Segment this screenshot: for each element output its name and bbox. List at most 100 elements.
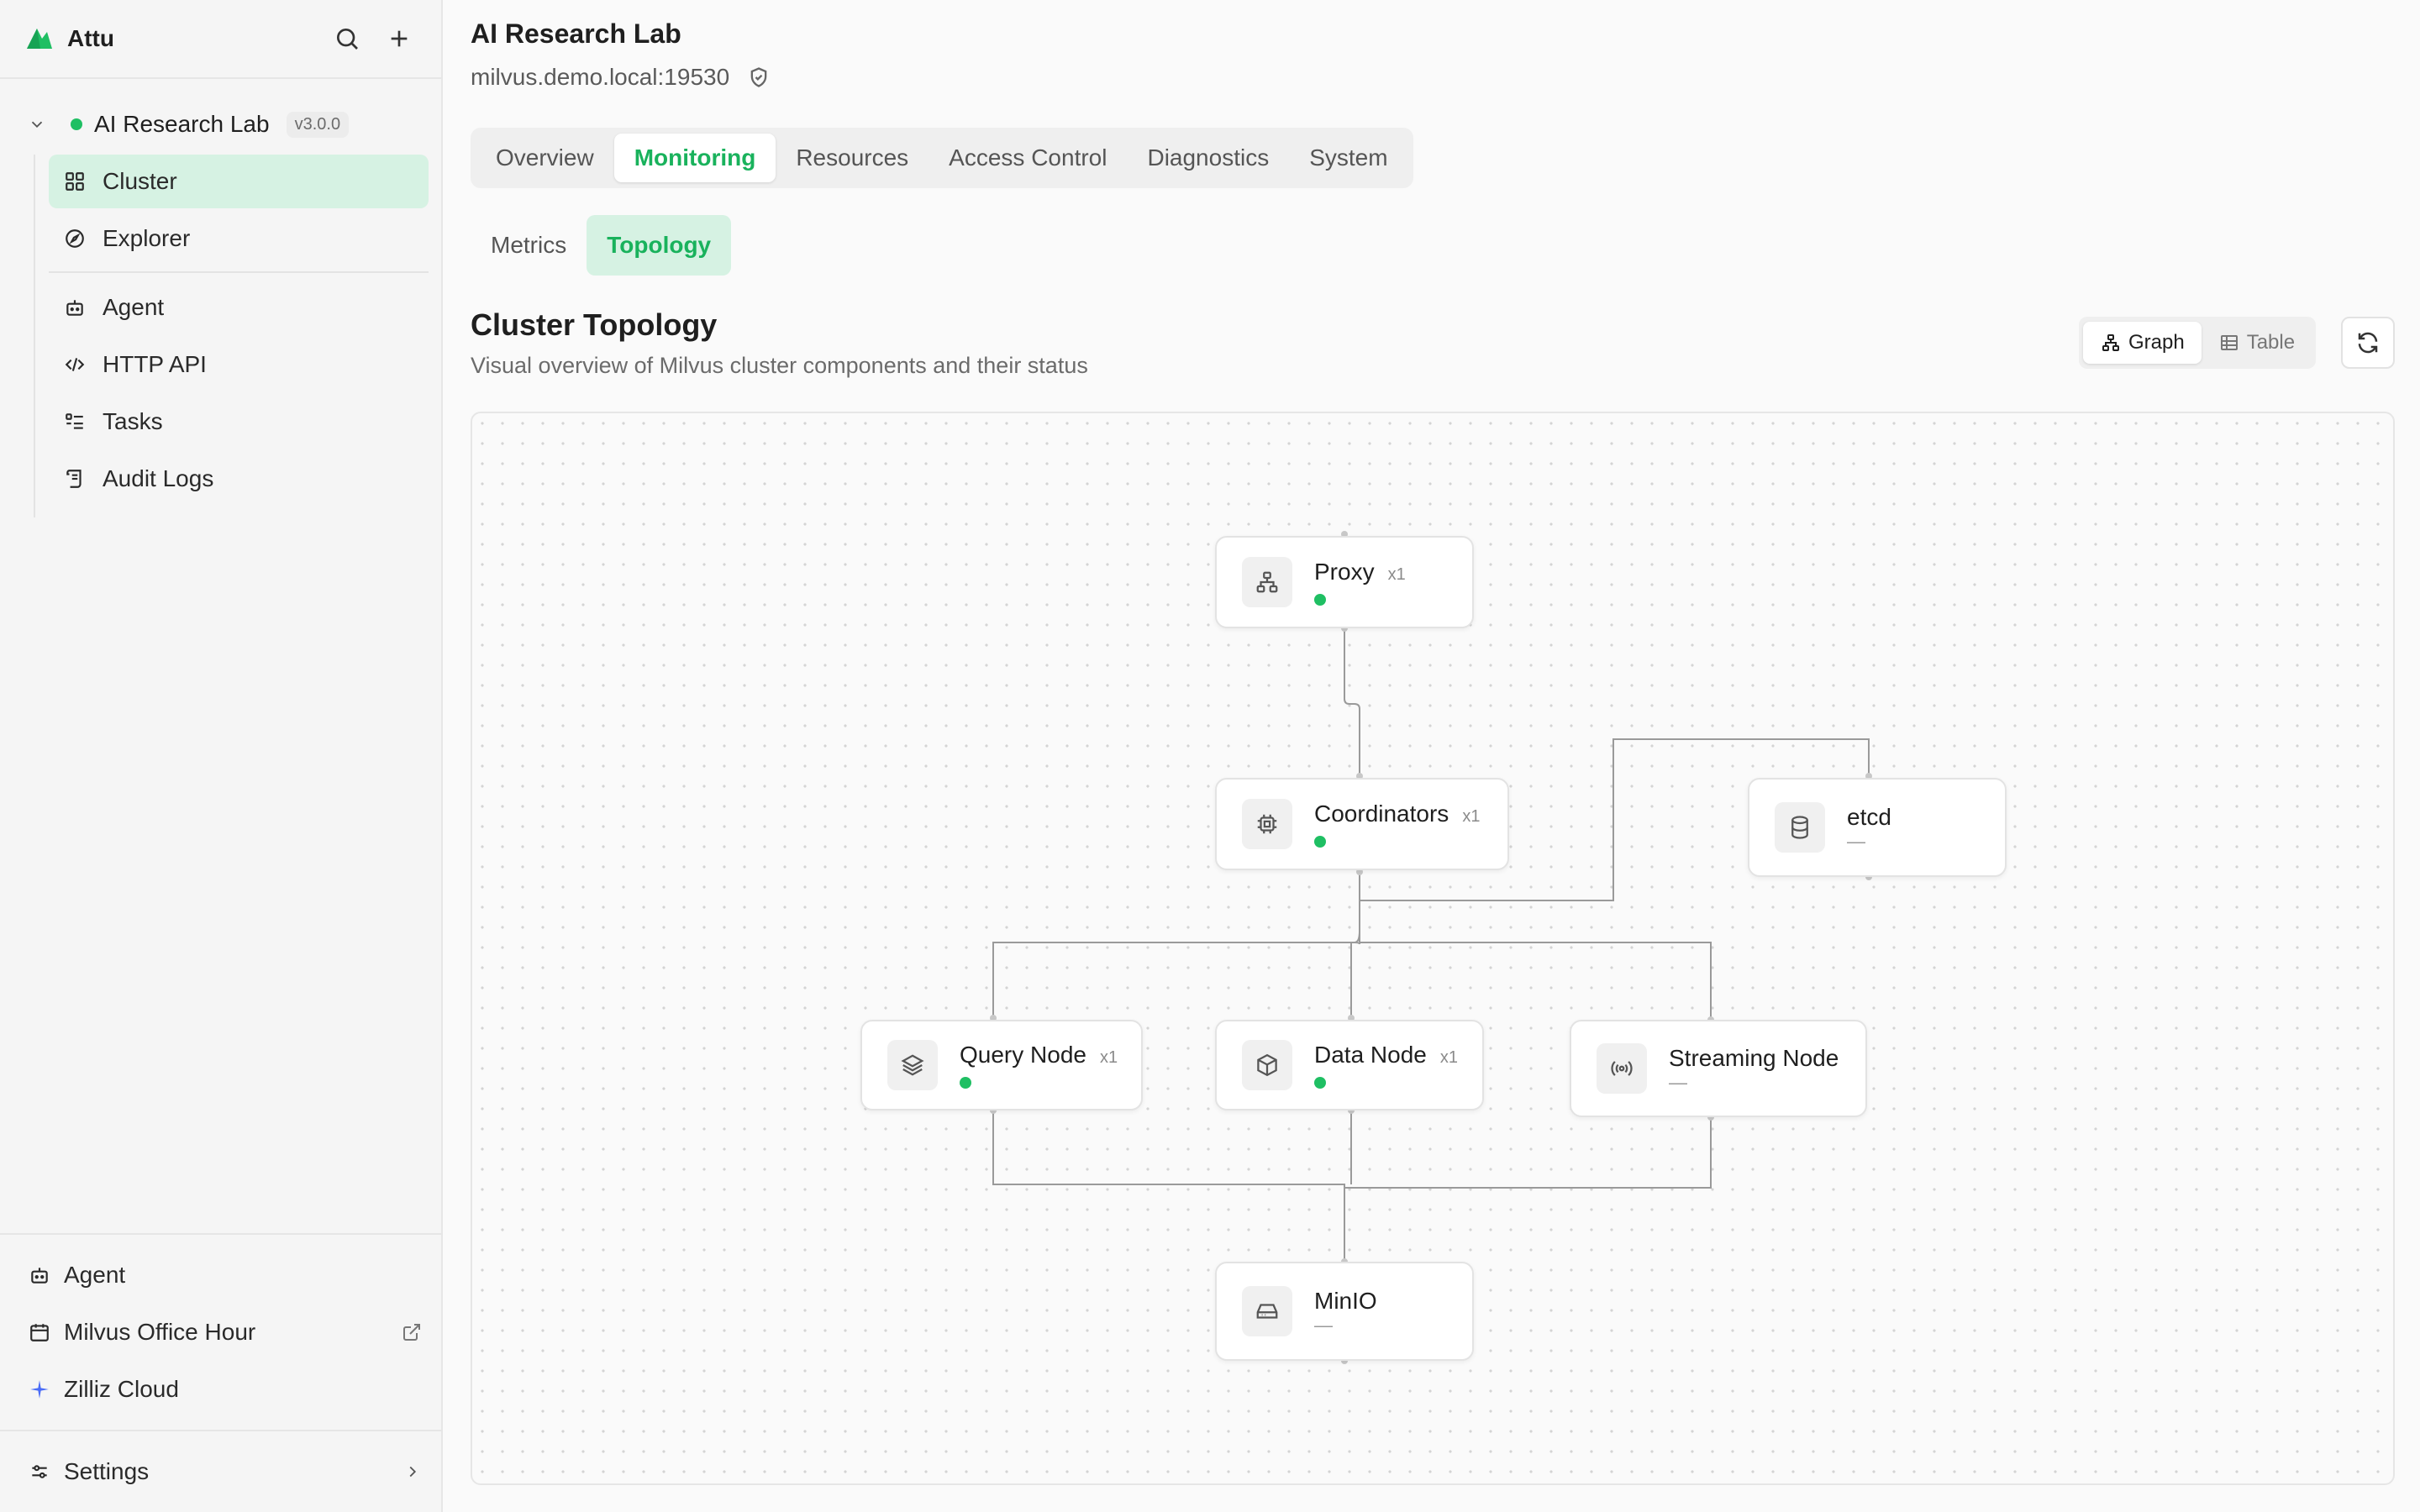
edge-querynode-minio <box>992 1110 1345 1262</box>
node-query-node[interactable]: Query Node x1 <box>860 1020 1143 1110</box>
graph-view-button[interactable]: Graph <box>2083 322 2202 364</box>
node-name: Streaming Node <box>1669 1045 1839 1071</box>
sidebar-item-label: Explorer <box>103 225 191 251</box>
section-subtitle: Visual overview of Milvus cluster compon… <box>471 353 1088 378</box>
table-view-label: Table <box>2246 331 2296 354</box>
calendar-icon <box>27 1320 52 1345</box>
status-dot <box>1314 594 1326 606</box>
node-count: x1 <box>1439 1048 1458 1067</box>
edge-proxy-coordinators <box>1344 630 1360 776</box>
node-name: Data Node <box>1314 1042 1427 1068</box>
sidebar-item-label: HTTP API <box>103 351 207 377</box>
node-minio[interactable]: MinIO — <box>1215 1262 1474 1361</box>
bot-icon <box>27 1263 52 1288</box>
refresh-icon <box>2358 332 2378 354</box>
node-name: Query Node <box>960 1042 1086 1068</box>
version-badge: v3.0.0 <box>286 111 350 138</box>
tab-diagnostics[interactable]: Diagnostics <box>1127 134 1289 182</box>
node-status-text: — <box>1314 1315 1333 1336</box>
sidebar: Attu AI Research Lab v3.0.0 Cluster Expl… <box>0 0 443 1512</box>
status-dot <box>1314 836 1326 848</box>
code-icon <box>62 352 87 377</box>
status-dot <box>1314 1077 1326 1089</box>
cluster-selector[interactable]: AI Research Lab v3.0.0 <box>24 104 427 144</box>
settings-label: Settings <box>64 1458 150 1484</box>
subtab-topology[interactable]: Topology <box>587 215 732 276</box>
footer-item-agent[interactable]: Agent <box>27 1250 422 1300</box>
node-name: MinIO <box>1314 1288 1377 1314</box>
chevron-right-icon <box>403 1462 422 1481</box>
sidebar-item-label: Tasks <box>103 408 163 434</box>
edge-coordinators-datanode <box>1350 872 1360 1018</box>
node-streaming-node[interactable]: Streaming Node — <box>1570 1020 1867 1117</box>
footer-item-office-hour[interactable]: Milvus Office Hour <box>27 1307 422 1357</box>
scroll-icon <box>62 466 87 491</box>
monitoring-subtabs: Metrics Topology <box>471 215 732 276</box>
tab-system[interactable]: System <box>1289 134 1407 182</box>
host-address: milvus.demo.local:19530 <box>471 64 730 90</box>
sidebar-item-agent[interactable]: Agent <box>49 281 429 334</box>
nav-divider <box>49 271 429 273</box>
node-name: Coordinators <box>1314 801 1449 827</box>
tab-access-control[interactable]: Access Control <box>929 134 1127 182</box>
settings-divider <box>0 1430 443 1431</box>
layers-icon <box>887 1040 938 1090</box>
sidebar-item-http-api[interactable]: HTTP API <box>49 338 429 391</box>
view-toggle: Graph Table <box>2079 317 2317 369</box>
node-data-node[interactable]: Data Node x1 <box>1215 1020 1484 1110</box>
edge-coordinators-streaming <box>1359 872 1712 1020</box>
sidebar-item-cluster[interactable]: Cluster <box>49 155 429 208</box>
sidebar-footer-divider <box>0 1233 443 1235</box>
tab-overview[interactable]: Overview <box>476 134 614 182</box>
chevron-down-icon[interactable] <box>24 111 50 138</box>
node-proxy[interactable]: Proxy x1 <box>1215 536 1474 628</box>
tab-monitoring[interactable]: Monitoring <box>613 134 776 182</box>
topology-canvas[interactable]: Proxy x1 Coordinators x1 etcd — Query No… <box>471 412 2395 1485</box>
page-title: AI Research Lab <box>471 18 681 49</box>
node-status-text: — <box>1669 1072 1687 1093</box>
database-icon <box>1775 802 1825 853</box>
cluster-name: AI Research Lab <box>94 111 270 137</box>
host-row: milvus.demo.local:19530 <box>471 64 771 91</box>
settings-item[interactable]: Settings <box>27 1446 422 1497</box>
sidebar-item-tasks[interactable]: Tasks <box>49 395 429 449</box>
search-icon[interactable] <box>329 20 366 57</box>
shield-check-icon <box>746 65 771 90</box>
table-icon <box>2218 332 2240 354</box>
node-etcd[interactable]: etcd — <box>1748 778 2007 877</box>
bot-icon <box>62 295 87 320</box>
external-link-icon <box>402 1322 422 1342</box>
node-count: x1 <box>1099 1048 1118 1067</box>
sidebar-header: Attu <box>0 0 441 79</box>
add-icon[interactable] <box>381 20 418 57</box>
attu-logo-icon <box>27 29 52 49</box>
cluster-status-dot <box>71 118 82 130</box>
network-icon <box>1242 557 1292 607</box>
sidebar-item-label: Audit Logs <box>103 465 214 491</box>
cpu-icon <box>1242 799 1292 849</box>
footer-item-zilliz-cloud[interactable]: Zilliz Cloud <box>27 1364 422 1415</box>
app-name: Attu <box>67 25 114 51</box>
sliders-icon <box>27 1459 52 1484</box>
edge-coordinators-querynode <box>992 872 1360 1018</box>
table-view-button[interactable]: Table <box>2202 322 2312 364</box>
compass-icon <box>62 226 87 251</box>
footer-item-label: Milvus Office Hour <box>64 1319 256 1345</box>
node-coordinators[interactable]: Coordinators x1 <box>1215 778 1509 870</box>
sidebar-item-label: Cluster <box>103 168 177 194</box>
node-status-text: — <box>1847 831 1865 852</box>
sidebar-item-explorer[interactable]: Explorer <box>49 212 429 265</box>
sidebar-item-audit-logs[interactable]: Audit Logs <box>49 452 429 506</box>
hard-drive-icon <box>1242 1286 1292 1336</box>
sparkle-icon <box>27 1377 52 1402</box>
main-tabs: Overview Monitoring Resources Access Con… <box>471 128 1413 188</box>
node-name: Proxy <box>1314 559 1375 585</box>
radio-signal-icon <box>1597 1043 1647 1094</box>
node-count: x1 <box>1387 565 1406 584</box>
refresh-button[interactable] <box>2341 317 2395 369</box>
sidebar-item-label: Agent <box>103 294 165 320</box>
main-content: AI Research Lab milvus.demo.local:19530 … <box>445 0 2420 1512</box>
subtab-metrics[interactable]: Metrics <box>471 215 587 276</box>
list-check-icon <box>62 409 87 434</box>
tab-resources[interactable]: Resources <box>776 134 929 182</box>
